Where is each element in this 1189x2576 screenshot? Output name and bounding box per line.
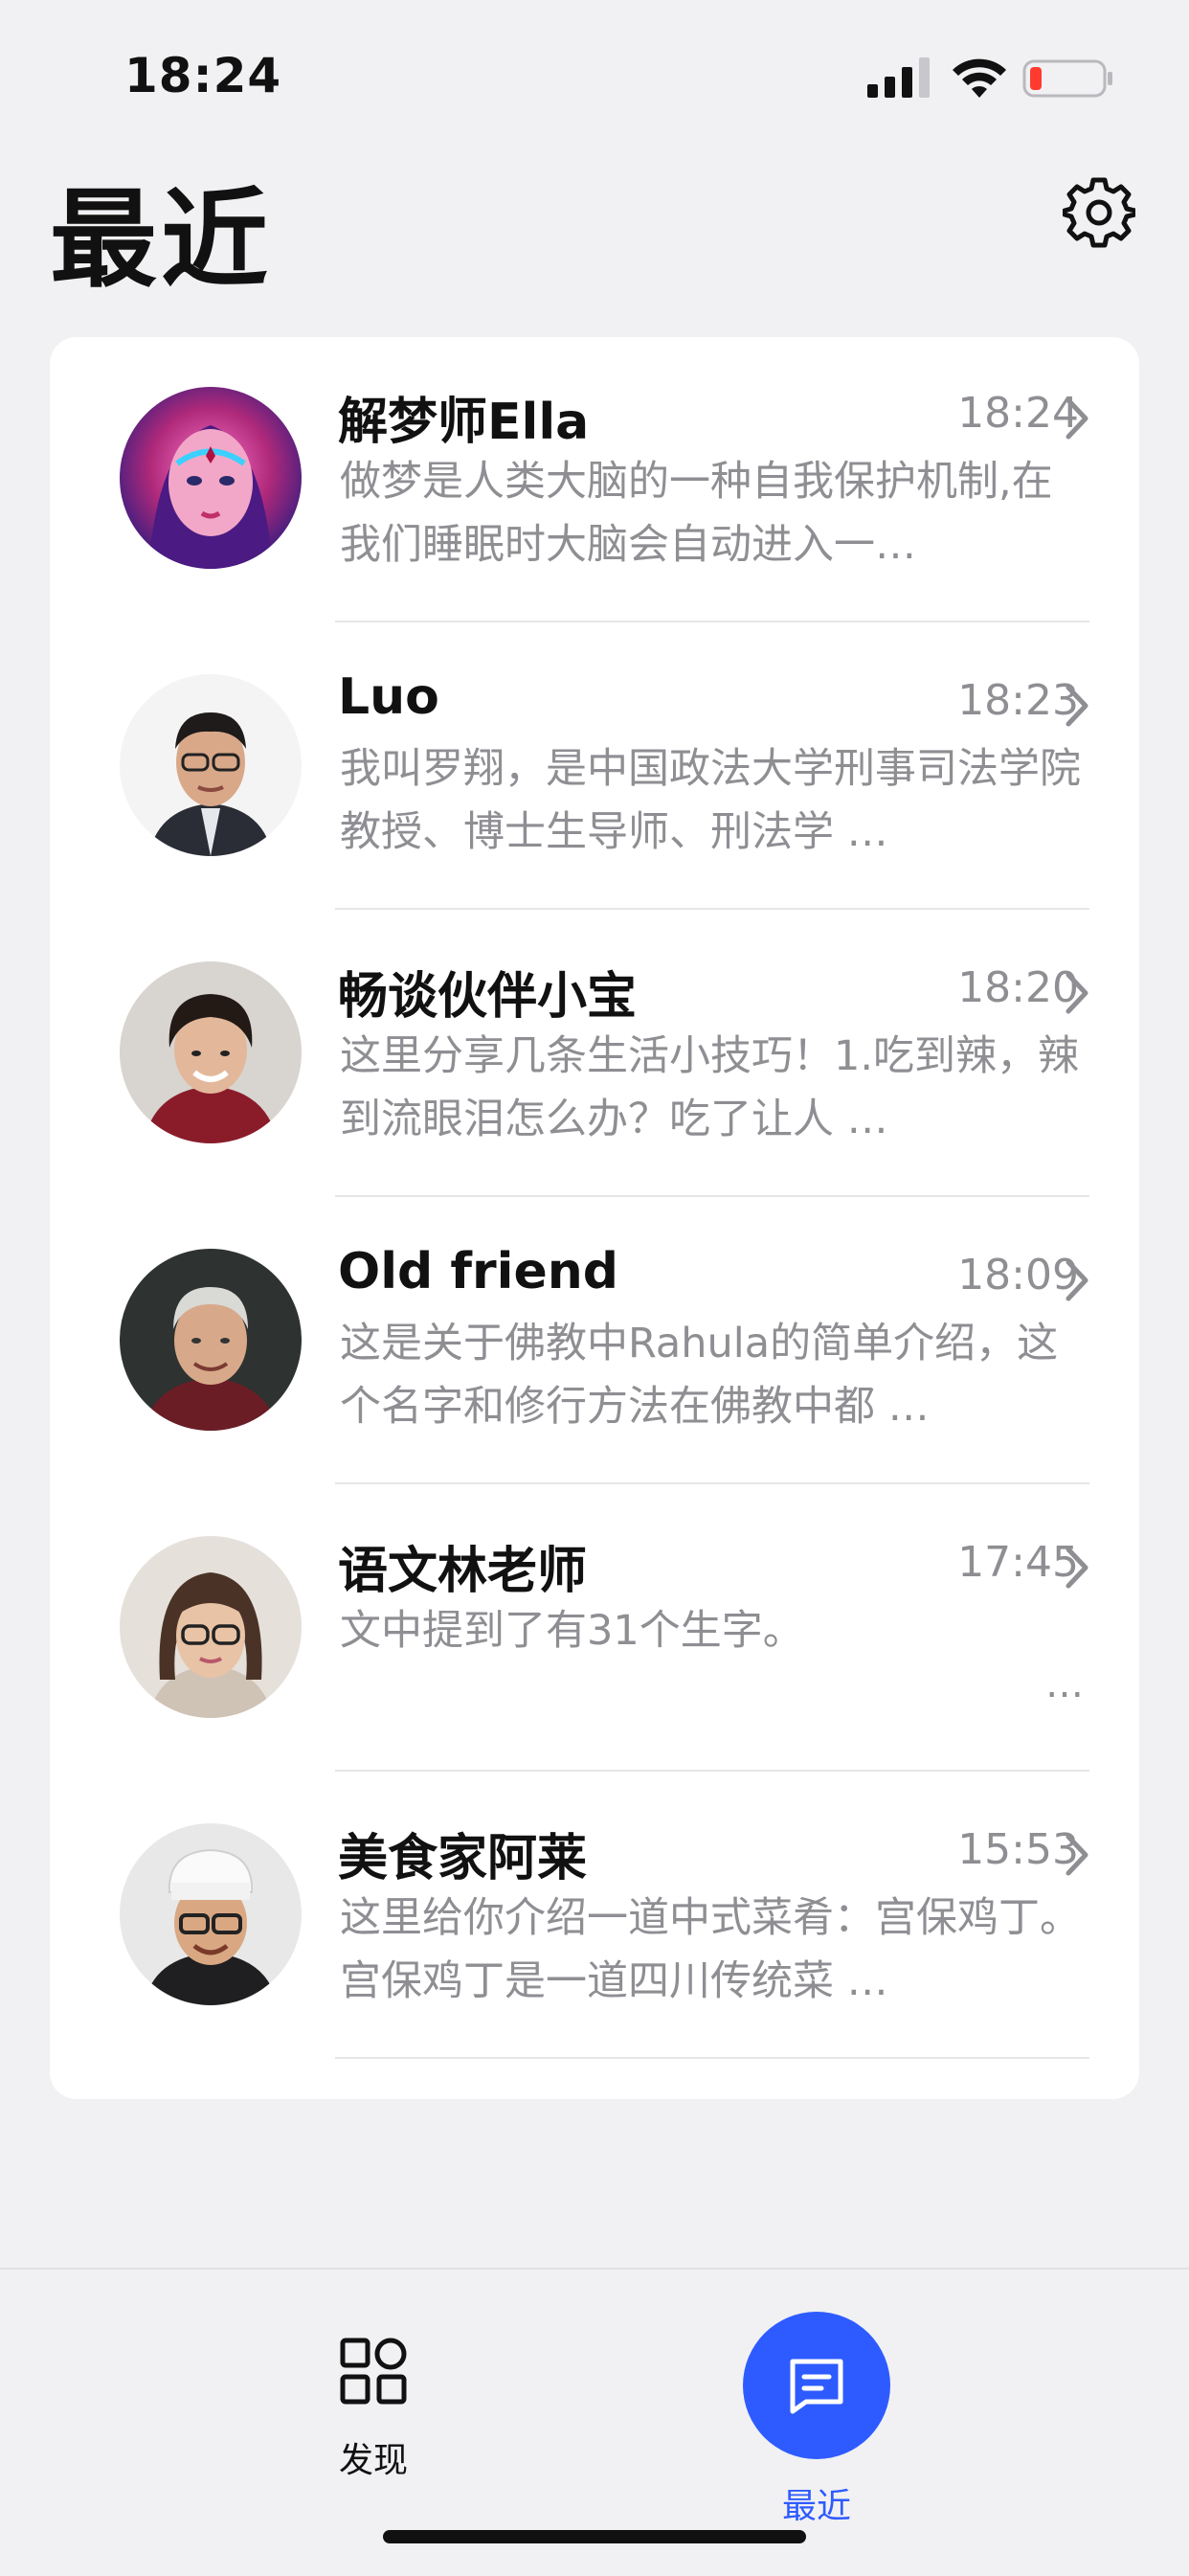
chat-time: 17:45 [957, 1538, 1079, 1587]
tab-recent[interactable] [743, 2312, 890, 2459]
chevron-right-icon [1066, 1547, 1088, 1589]
tab-discover[interactable]: 发现 [316, 2337, 431, 2480]
chat-item-old-friend[interactable]: Old friend 18:09 这是关于佛教中Rahula的简单介绍，这个名字… [50, 1199, 1139, 1486]
chevron-right-icon [1066, 397, 1088, 440]
chevron-right-icon [1066, 1259, 1088, 1301]
avatar [120, 387, 302, 569]
chat-preview: 文中提到了有31个生字。 [340, 1607, 804, 1655]
chat-preview: 我叫罗翔，是中国政法大学刑事司法学院教授、博士生导师、刑法学 … [340, 745, 1081, 856]
chat-preview-more: … [1045, 1662, 1084, 1706]
tab-label-recent: 最近 [781, 2487, 851, 2526]
chevron-right-icon [1066, 972, 1088, 1014]
chat-name: Luo [338, 668, 439, 726]
divider [335, 908, 1089, 910]
status-time: 18:24 [124, 48, 282, 103]
home-indicator [383, 2530, 806, 2543]
avatar [120, 1823, 302, 2005]
divider [335, 1770, 1089, 1772]
status-bar: 18:24 [0, 0, 1189, 144]
recent-chats-list: 解梦师Ella 18:24 做梦是人类大脑的一种自我保护机制,在我们睡眠时大脑会… [50, 337, 1139, 2099]
avatar [120, 674, 302, 856]
chat-preview: 这是关于佛教中Rahula的简单介绍，这个名字和修行方法在佛教中都 … [340, 1320, 1059, 1431]
chat-name: Old friend [338, 1243, 618, 1300]
avatar [120, 961, 302, 1143]
cellular-signal-icon [867, 57, 930, 98]
divider [335, 621, 1089, 622]
chat-name: 美食家阿莱 [338, 1830, 588, 1887]
chat-time: 15:53 [957, 1825, 1079, 1874]
chat-item-xiaobao[interactable]: 畅谈伙伴小宝 18:20 这里分享几条生活小技巧！1.吃到辣，辣到流眼泪怎么办？… [50, 912, 1139, 1199]
chat-name: 畅谈伙伴小宝 [338, 968, 638, 1026]
chat-time: 18:24 [957, 389, 1079, 438]
chat-time: 18:09 [957, 1251, 1079, 1299]
chat-name: 语文林老师 [338, 1543, 588, 1600]
avatar [120, 1249, 302, 1431]
gear-icon[interactable] [1063, 176, 1135, 249]
chat-preview: 这里给你介绍一道中式菜肴：宫保鸡丁。宫保鸡丁是一道四川传统菜 … [340, 1894, 1081, 2005]
chevron-right-icon [1066, 1834, 1088, 1876]
chat-time: 18:20 [957, 963, 1079, 1012]
chat-time: 18:23 [957, 676, 1079, 725]
chat-item-teacher-lin[interactable]: 语文林老师 17:45 文中提到了有31个生字。 … [50, 1486, 1139, 1774]
grid-icon [340, 2338, 407, 2405]
chat-preview: 这里分享几条生活小技巧！1.吃到辣，辣到流眼泪怎么办？吃了让人 … [340, 1032, 1080, 1143]
divider [335, 2057, 1089, 2059]
chat-preview: 做梦是人类大脑的一种自我保护机制,在我们睡眠时大脑会自动进入一… [340, 458, 1053, 569]
page-title: 最近 [50, 178, 272, 303]
tab-label-discover: 发现 [338, 2441, 408, 2480]
divider [335, 1195, 1089, 1197]
wifi-icon [953, 58, 1006, 98]
battery-low-icon [1022, 59, 1112, 98]
chat-item-luo[interactable]: Luo 18:23 我叫罗翔，是中国政法大学刑事司法学院教授、博士生导师、刑法学… [50, 624, 1139, 912]
divider [335, 1482, 1089, 1484]
chat-item-chef-alai[interactable]: 美食家阿莱 15:53 这里给你介绍一道中式菜肴：宫保鸡丁。宫保鸡丁是一道四川传… [50, 1774, 1139, 2061]
chat-name: 解梦师Ella [338, 394, 590, 451]
chat-icon [790, 2359, 843, 2414]
chat-item-ella[interactable]: 解梦师Ella 18:24 做梦是人类大脑的一种自我保护机制,在我们睡眠时大脑会… [50, 337, 1139, 624]
avatar [120, 1536, 302, 1718]
chevron-right-icon [1066, 685, 1088, 727]
